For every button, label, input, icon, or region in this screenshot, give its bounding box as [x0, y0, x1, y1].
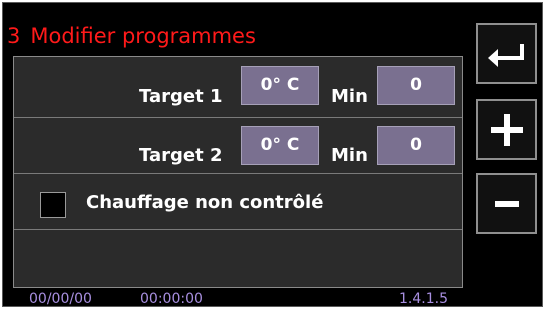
target-2-label: Target 2: [139, 145, 223, 166]
target-2-min-label: Min: [331, 145, 368, 166]
settings-panel: Target 1 0° C Min 0 Target 2 0° C Min 0 …: [13, 56, 463, 288]
heating-uncontrolled-checkbox[interactable]: [40, 192, 66, 218]
footer-time: 00:00:00: [140, 291, 203, 307]
heating-uncontrolled-label: Chauffage non contrôlé: [86, 192, 324, 213]
row-divider: [14, 173, 462, 174]
target-2-minutes-field[interactable]: 0: [377, 126, 455, 165]
page-title: 3 Modifier programmes: [7, 24, 256, 48]
target-1-label: Target 1: [139, 86, 223, 107]
title-text: Modifier programmes: [30, 24, 256, 48]
target-1-temperature-field[interactable]: 0° C: [241, 66, 319, 105]
return-arrow-icon: [487, 43, 524, 67]
row-divider: [14, 117, 462, 118]
row-divider: [14, 229, 462, 230]
program-number: 3: [7, 24, 21, 48]
target-2-temperature-field[interactable]: 0° C: [241, 126, 319, 165]
footer-version: 1.4.1.5: [399, 291, 448, 307]
target-1-minutes-field[interactable]: 0: [377, 66, 455, 105]
target-1-min-label: Min: [331, 86, 368, 107]
minus-icon: [494, 200, 519, 207]
decrease-button[interactable]: [476, 173, 537, 234]
increase-button[interactable]: [476, 99, 537, 160]
footer-date: 00/00/00: [29, 291, 92, 307]
back-button[interactable]: [476, 23, 537, 84]
screen: 3 Modifier programmes Target 1 0° C Min 0…: [2, 2, 543, 307]
plus-icon: [490, 113, 523, 146]
